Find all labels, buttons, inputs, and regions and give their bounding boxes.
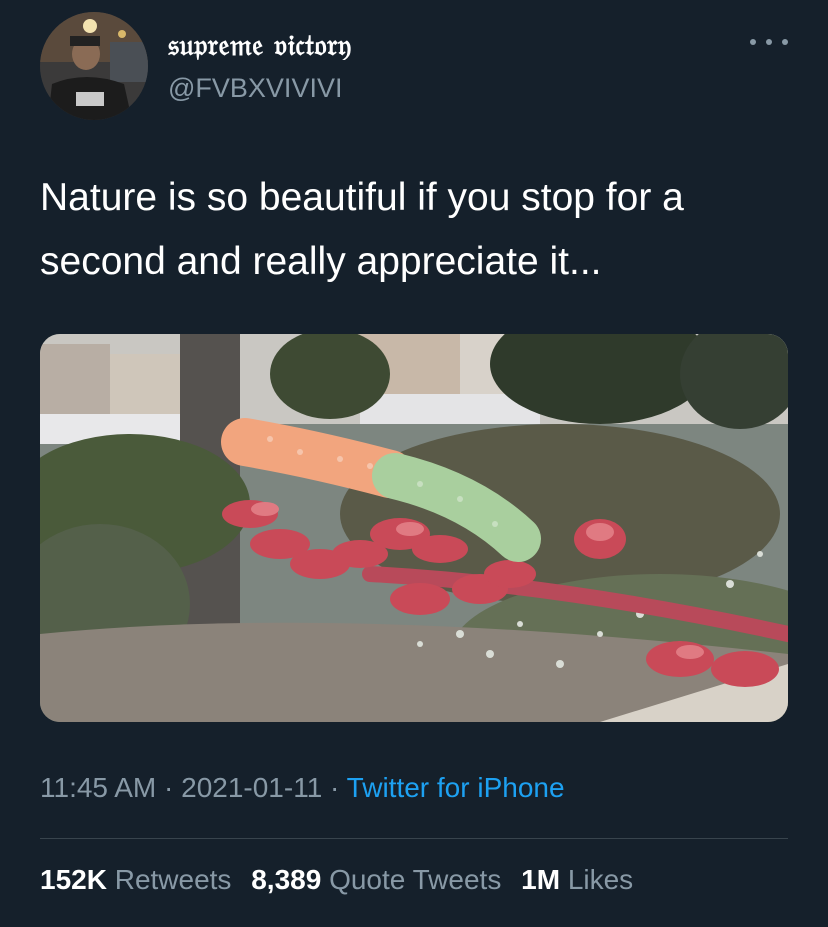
divider (40, 838, 788, 839)
tweet-stats: 152K Retweets 8,389 Quote Tweets 1M Like… (40, 864, 645, 896)
quote-tweets-count: 8,389 (251, 864, 322, 895)
avatar-image (40, 12, 148, 120)
likes-label: Likes (567, 864, 634, 895)
avatar[interactable] (40, 12, 148, 120)
tweet-meta: 11:45 AM · 2021-01-11 · Twitter for iPho… (40, 772, 565, 804)
user-handle[interactable]: @FVBXVIVIVI (168, 73, 342, 104)
dot (782, 39, 788, 45)
retweets-stat[interactable]: 152K Retweets (40, 864, 231, 895)
dot (766, 39, 772, 45)
meta-separator: · (156, 772, 182, 803)
more-options-icon[interactable] (750, 30, 788, 54)
quote-tweets-stat[interactable]: 8,389 Quote Tweets (251, 864, 501, 895)
photo-image (40, 334, 788, 722)
display-name[interactable]: 𝔰𝔲𝔭𝔯𝔢𝔪𝔢 𝔳𝔦𝔠𝔱𝔬𝔯𝔶 (168, 28, 352, 63)
tweet-source-link[interactable]: Twitter for iPhone (347, 772, 565, 803)
dot (750, 39, 756, 45)
likes-stat[interactable]: 1M Likes (521, 864, 633, 895)
tweet-detail: 𝔰𝔲𝔭𝔯𝔢𝔪𝔢 𝔳𝔦𝔠𝔱𝔬𝔯𝔶 @FVBXVIVIVI Nature is so… (0, 0, 828, 927)
likes-count: 1M (521, 864, 561, 895)
tweet-time[interactable]: 11:45 AM (40, 772, 156, 803)
tweet-text: Nature is so beautiful if you stop for a… (40, 176, 684, 283)
tweet-photo[interactable] (40, 334, 788, 722)
quote-tweets-label: Quote Tweets (329, 864, 502, 895)
retweets-label: Retweets (114, 864, 232, 895)
meta-separator: · (322, 772, 347, 803)
retweets-count: 152K (40, 864, 107, 895)
tweet-date[interactable]: 2021-01-11 (181, 772, 322, 803)
